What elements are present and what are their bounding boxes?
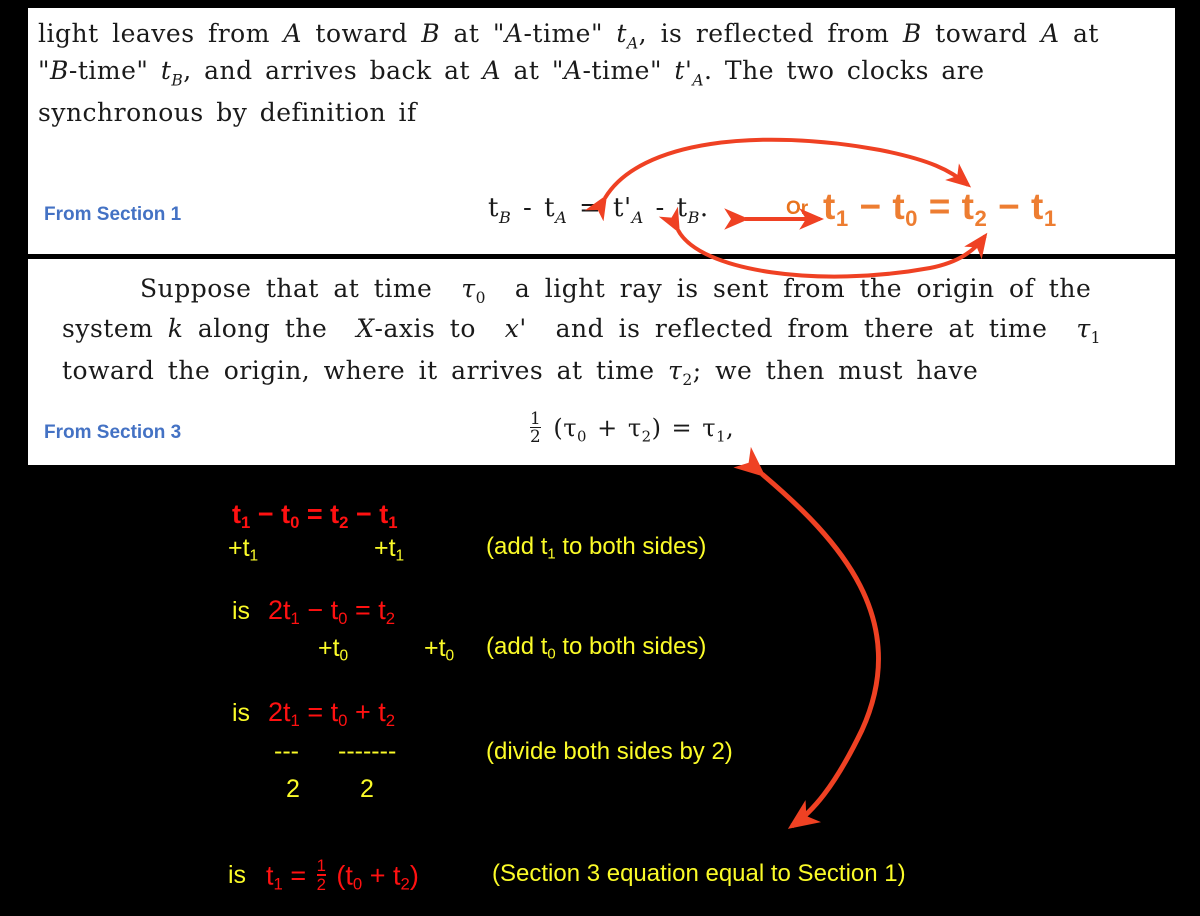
derivation-step4-note: (Section 3 equation equal to Section 1) [492,860,906,887]
derivation-step3-note: (divide both sides by 2) [486,738,733,765]
derivation-step2-op-right: +t0 [424,634,455,665]
arrow-section3-to-result [733,446,881,829]
section1-text-line-1: light leaves from A toward B at "A-time"… [38,19,1099,53]
section3-equation: 12 (τ0 + τ2) = τ1, [530,408,735,447]
derivation-step4-is: is [228,861,247,889]
derivation-step1-equation: t1 − t0 = t2 − t1 [232,499,398,533]
derivation-step3-bar-right: ------- [338,737,397,765]
derivation-step2-op-left: +t0 [318,634,349,665]
section3-text-line-3: toward the origin, where it arrives at t… [62,356,979,390]
section1-text-line-3: synchronous by definition if [38,98,417,127]
caption-from-section-1: From Section 1 [44,204,182,225]
section3-text-line-1: Suppose that at time τ0 a light ray is s… [140,274,1092,308]
derivation-step1-op-left: +t1 [228,534,259,565]
derivation-step2-equation: 2t1 − t0 = t2 [268,595,396,629]
derivation-step4-equation: t1 = 12 (t0 + t2) [266,856,419,895]
derivation-step1-note: (add t1 to both sides) [486,533,707,563]
derivation-step3-denominator-right: 2 [360,775,374,803]
annotation-or-label: Or [786,198,809,219]
caption-from-section-3: From Section 3 [44,422,182,443]
annotation-orange-equation: t1 − t0 = t2 − t1 [823,186,1057,232]
derivation-step1-op-right: +t1 [374,534,405,565]
derivation-step3-is: is [232,699,251,727]
derivation-step2-is: is [232,597,251,625]
derivation-step3-denominator-left: 2 [286,775,300,803]
slide-canvas: light leaves from A toward B at "A-time"… [0,0,1200,916]
derivation-step2-note: (add t0 to both sides) [486,633,707,663]
section3-text-line-2: system k along the X-axis to x' and is r… [62,314,1102,348]
section1-equation: tB - tA = t'A - tB. [488,193,709,227]
derivation-step3-equation: 2t1 = t0 + t2 [268,697,396,731]
derivation-step3-bar-left: --- [274,737,299,765]
section1-text-line-2: "B-time" tB, and arrives back at A at "A… [38,56,985,90]
